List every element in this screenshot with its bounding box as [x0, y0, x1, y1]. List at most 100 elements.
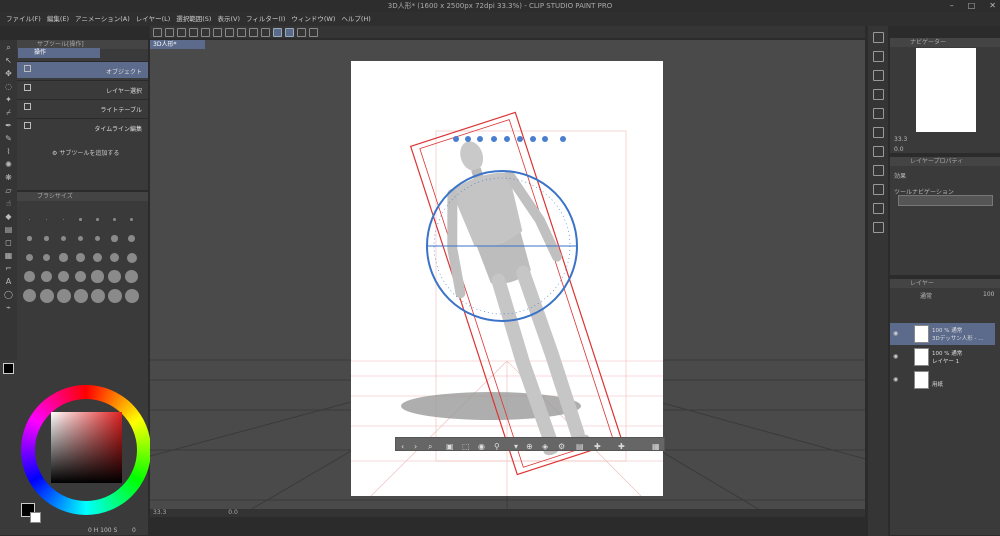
color-set-icon[interactable] [872, 203, 884, 214]
menu-layer[interactable]: レイヤー(L) [136, 12, 171, 26]
brush-size-preset[interactable] [90, 212, 105, 227]
subtool-light-table[interactable]: ライトテーブル [17, 99, 148, 116]
rotation-readout[interactable]: 0.0 [228, 509, 238, 516]
figure-tool-icon[interactable]: ◻ [4, 238, 13, 248]
animation-icon[interactable] [872, 127, 884, 138]
layer-row-paper[interactable]: ◉ 用紙 [890, 369, 995, 391]
decoration-tool-icon[interactable]: ❋ [4, 173, 13, 183]
subtool-tab-operation[interactable]: 操作 [18, 48, 100, 58]
auto-action-icon[interactable] [872, 184, 884, 195]
maximize-button[interactable]: □ [968, 0, 976, 12]
move-layer-tool-icon[interactable]: ✥ [4, 69, 13, 79]
brush-size-preset[interactable] [56, 269, 71, 284]
subtool-layer-select[interactable]: レイヤー選択 [17, 80, 148, 97]
brush-size-preset[interactable] [107, 212, 122, 227]
menu-view[interactable]: 表示(V) [217, 12, 240, 26]
visibility-eye-icon[interactable]: ◉ [893, 376, 898, 383]
visibility-eye-icon[interactable]: ◉ [893, 330, 898, 337]
brush-size-preset[interactable] [56, 231, 71, 246]
transform-icon[interactable] [249, 27, 258, 37]
brush-size-preset[interactable] [39, 212, 54, 227]
saturation-value-square[interactable] [51, 412, 122, 483]
eyedropper-tool-icon[interactable]: ⌿ [4, 108, 13, 118]
brush-size-preset[interactable] [22, 288, 37, 303]
brush-size-preset[interactable] [107, 250, 122, 265]
ruler-tool-icon[interactable]: ⌐ [4, 264, 13, 274]
selection-tool-icon[interactable]: ◌ [4, 82, 13, 92]
navigator-icon[interactable] [872, 32, 884, 43]
brush-size-preset[interactable] [22, 250, 37, 265]
sub-view-icon[interactable] [872, 51, 884, 62]
correct-line-tool-icon[interactable]: ⌁ [4, 303, 13, 313]
menu-window[interactable]: ウィンドウ(W) [291, 12, 335, 26]
layer-row-3d[interactable]: ◉ 100 % 通常 3Dデッサン人形 - ... [890, 323, 995, 345]
brush-size-preset[interactable] [56, 288, 71, 303]
color-history-icon[interactable] [872, 222, 884, 233]
navigator-zoom[interactable]: 33.3 [894, 136, 907, 143]
history-icon[interactable] [872, 165, 884, 176]
brush-size-preset[interactable] [107, 231, 122, 246]
brush-size-preset[interactable] [73, 288, 88, 303]
layer-search-icon[interactable] [872, 108, 884, 119]
brush-size-preset[interactable] [39, 269, 54, 284]
pen-tool-icon[interactable]: ✒ [4, 121, 13, 131]
brush-size-preset[interactable] [90, 269, 105, 284]
object-launcher-toolbar[interactable]: ‹ › ⌕ ▣ ⬚ ◉ ⚲ ▾ ⊕ ◈ ⚙ ▤ ✚ ✚ ▦ [395, 437, 665, 451]
fill-tool-icon[interactable]: ◆ [4, 212, 13, 222]
settings-icon[interactable] [225, 27, 234, 37]
brush-size-preset[interactable] [73, 269, 88, 284]
snap-special-ruler-icon[interactable] [285, 27, 294, 37]
menu-selection[interactable]: 選択範囲(S) [176, 12, 211, 26]
brush-size-preset[interactable] [124, 269, 139, 284]
blend-tool-icon[interactable]: ☝ [4, 199, 13, 209]
save-icon[interactable] [189, 27, 198, 37]
menu-filter[interactable]: フィルター(I) [246, 12, 285, 26]
snap-grid-icon[interactable] [297, 27, 306, 37]
brush-size-preset[interactable] [124, 288, 139, 303]
brush-size-preset[interactable] [90, 250, 105, 265]
minimize-button[interactable]: – [950, 0, 954, 12]
menu-animation[interactable]: アニメーション(A) [75, 12, 130, 26]
menu-help[interactable]: ヘルプ(H) [341, 12, 370, 26]
eraser-tool-icon[interactable]: ▱ [4, 186, 13, 196]
snap-ruler-icon[interactable] [273, 27, 282, 37]
main-color-swatch[interactable] [3, 363, 14, 374]
brush-size-preset[interactable] [107, 269, 122, 284]
zoom-tool-icon[interactable]: ⌕ [4, 43, 13, 53]
redo-icon[interactable] [213, 27, 222, 37]
brush-size-preset[interactable] [22, 269, 37, 284]
subtool-object[interactable]: オブジェクト [17, 61, 148, 78]
pencil-tool-icon[interactable]: ✎ [4, 134, 13, 144]
blend-mode-select[interactable]: 通常 [920, 291, 932, 300]
brush-size-preset[interactable] [124, 212, 139, 227]
fill-icon[interactable] [261, 27, 270, 37]
document-tab[interactable]: 3D人形* [150, 40, 205, 49]
brush-size-preset[interactable] [22, 231, 37, 246]
visibility-eye-icon[interactable]: ◉ [893, 353, 898, 360]
subtool-timeline-edit[interactable]: タイムライン編集 [17, 118, 148, 135]
brush-size-preset[interactable] [124, 250, 139, 265]
menu-file[interactable]: ファイル(F) [6, 12, 41, 26]
brush-size-preset[interactable] [73, 250, 88, 265]
airbrush-tool-icon[interactable]: ✺ [4, 160, 13, 170]
gradient-tool-icon[interactable]: ▤ [4, 225, 13, 235]
text-tool-icon[interactable]: A [4, 277, 13, 287]
brush-size-preset[interactable] [73, 212, 88, 227]
navigator-rotation[interactable]: 0.0 [894, 146, 904, 153]
navigator-thumbnail[interactable] [916, 48, 976, 132]
opacity-readout[interactable]: 100 [983, 291, 994, 298]
material-icon[interactable] [872, 146, 884, 157]
operation-tool-icon[interactable]: ↖ [4, 56, 13, 66]
new-file-icon[interactable] [165, 27, 174, 37]
sub-color-swatch[interactable] [30, 512, 41, 523]
brush-size-preset[interactable] [22, 212, 37, 227]
document-canvas[interactable] [351, 61, 663, 497]
close-button[interactable]: ✕ [989, 0, 996, 12]
brush-size-preset[interactable] [107, 288, 122, 303]
canvas-settings-icon[interactable] [309, 27, 318, 37]
undo-icon[interactable] [201, 27, 210, 37]
brush-size-preset[interactable] [56, 250, 71, 265]
item-bank-icon[interactable] [872, 70, 884, 81]
layer-row-layer1[interactable]: ◉ 100 % 通常 レイヤー 1 [890, 346, 995, 368]
brush-size-preset[interactable] [56, 212, 71, 227]
